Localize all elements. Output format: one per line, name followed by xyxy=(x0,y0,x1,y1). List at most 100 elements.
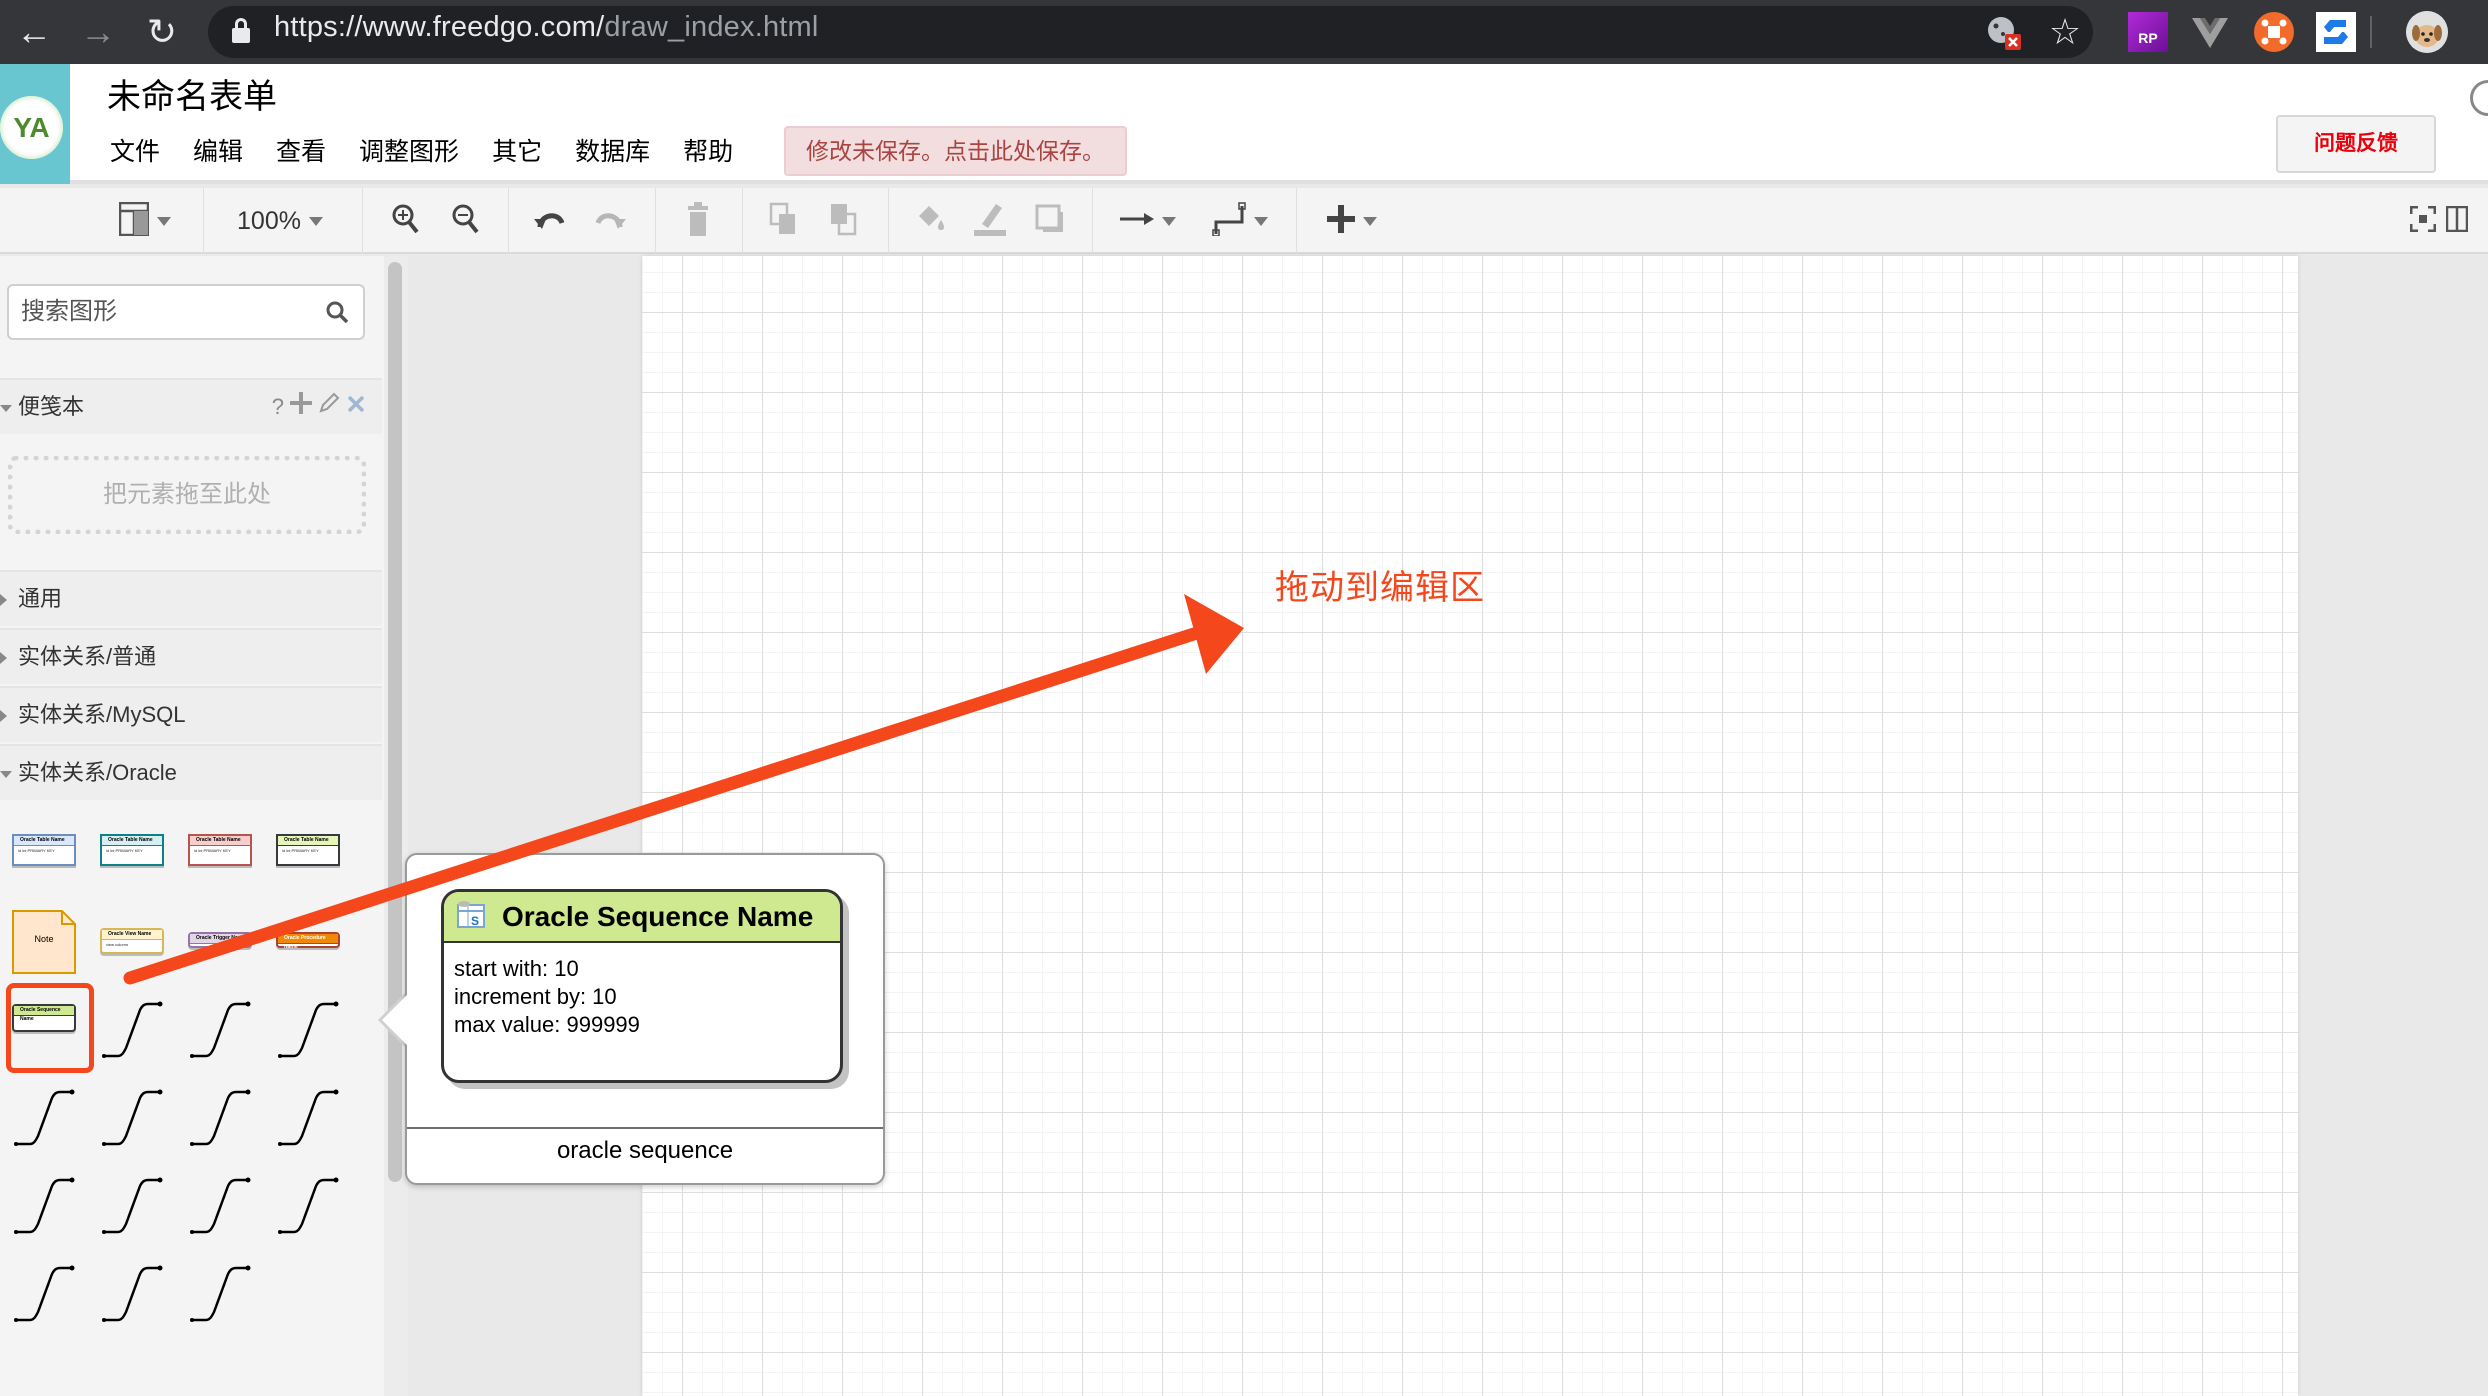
table-row: id int PRIMARY KEY xyxy=(194,848,231,853)
connector-shape[interactable] xyxy=(276,1086,340,1150)
connector-shape[interactable] xyxy=(276,1174,340,1238)
shadow-button[interactable] xyxy=(1028,198,1072,244)
connector-shape[interactable] xyxy=(100,998,164,1062)
close-icon[interactable] xyxy=(346,380,366,434)
section-scratchpad[interactable]: 便笺本 ? xyxy=(0,378,382,434)
feedback-button[interactable]: 问题反馈 xyxy=(2276,115,2436,173)
menu-edit[interactable]: 编辑 xyxy=(193,134,243,170)
axure-rp-extension-icon[interactable]: RP xyxy=(2128,12,2168,52)
to-front-button[interactable] xyxy=(762,198,806,244)
connector-shape[interactable] xyxy=(188,998,252,1062)
connector-curve-icon xyxy=(102,1177,163,1234)
oracle-table-teal-shape[interactable]: Oracle Table Name id int PRIMARY KEY xyxy=(100,834,164,898)
orange-extension-icon[interactable] xyxy=(2254,12,2294,52)
connector-shape[interactable] xyxy=(12,1086,76,1150)
section-er-oracle[interactable]: 实体关系/Oracle xyxy=(0,744,382,800)
connector-curve-icon xyxy=(190,1265,251,1322)
search-icon[interactable] xyxy=(325,300,349,324)
menu-file[interactable]: 文件 xyxy=(110,134,160,170)
undo-icon xyxy=(534,207,566,236)
waypoints-button[interactable] xyxy=(1204,198,1276,244)
toggle-panel-icon[interactable] xyxy=(2445,205,2469,237)
cookie-blocked-icon[interactable] xyxy=(1984,12,2024,52)
chevron-down-icon xyxy=(1254,216,1268,226)
sequence-preview-card: S Oracle Sequence Name start with: 10 in… xyxy=(441,889,843,1083)
connector-shape[interactable] xyxy=(100,1174,164,1238)
section-general[interactable]: 通用 xyxy=(0,570,382,626)
menu-help[interactable]: 帮助 xyxy=(683,134,733,170)
s-extension-icon[interactable] xyxy=(2316,12,2356,52)
url-text[interactable]: https://www.freedgo.com/draw_index.html xyxy=(274,10,819,44)
connector-shape[interactable] xyxy=(100,1262,164,1326)
zoom-out-button[interactable] xyxy=(444,198,488,244)
connector-curve-icon xyxy=(102,1001,163,1058)
note-label: Note xyxy=(34,934,54,944)
connector-curve-icon xyxy=(190,1001,251,1058)
section-label: 实体关系/普通 xyxy=(18,644,157,669)
connector-curve-icon xyxy=(278,1089,339,1146)
line-color-button[interactable] xyxy=(968,198,1012,244)
document-title[interactable]: 未命名表单 xyxy=(107,74,277,120)
format-panel-button[interactable] xyxy=(108,198,182,244)
scratchpad-drop-zone[interactable]: 把元素拖至此处 xyxy=(8,456,366,534)
toolbar: 100% xyxy=(0,188,2488,254)
unsaved-changes-notice[interactable]: 修改未保存。点击此处保存。 xyxy=(784,126,1127,176)
section-er-mysql[interactable]: 实体关系/MySQL xyxy=(0,686,382,742)
add-icon[interactable] xyxy=(290,380,312,434)
oracle-procedure-shape[interactable]: Oracle Procedure Name xyxy=(276,932,340,996)
zoom-level-dropdown[interactable]: 100% xyxy=(220,198,340,244)
sequence-line: max value: 999999 xyxy=(454,1012,640,1037)
to-back-button[interactable] xyxy=(822,198,866,244)
oracle-table-blue-shape[interactable]: Oracle Table Name id int PRIMARY KEY xyxy=(12,834,76,898)
edit-pencil-icon[interactable] xyxy=(318,380,340,434)
section-er-general[interactable]: 实体关系/普通 xyxy=(0,628,382,684)
connector-shape[interactable] xyxy=(12,1262,76,1326)
annotation-text: 拖动到编辑区 xyxy=(1275,569,1485,607)
popover-divider xyxy=(407,1127,883,1129)
selected-shape-highlight xyxy=(6,983,94,1073)
profile-avatar-icon[interactable] xyxy=(2406,11,2448,53)
connector-shape[interactable] xyxy=(276,998,340,1062)
oracle-note-shape[interactable]: Note xyxy=(12,910,76,974)
zoom-in-button[interactable] xyxy=(384,198,428,244)
section-label: 实体关系/MySQL xyxy=(18,702,186,727)
oracle-trigger-shape[interactable]: Oracle Trigger Name xyxy=(188,932,252,996)
view-title: Oracle View Name xyxy=(102,930,162,940)
insert-button[interactable] xyxy=(1316,198,1388,244)
connector-shape[interactable] xyxy=(188,1174,252,1238)
connector-shape[interactable] xyxy=(12,1174,76,1238)
oracle-table-red-shape[interactable]: Oracle Table Name id int PRIMARY KEY xyxy=(188,834,252,898)
connector-shape[interactable] xyxy=(188,1262,252,1326)
reload-icon[interactable]: ↻ xyxy=(138,8,186,56)
shape-preview-popover: S Oracle Sequence Name start with: 10 in… xyxy=(405,853,885,1185)
delete-button[interactable] xyxy=(676,198,720,244)
menu-arrange[interactable]: 调整图形 xyxy=(359,134,459,170)
menu-database[interactable]: 数据库 xyxy=(575,134,650,170)
scratchpad-actions: ? xyxy=(272,380,366,434)
vue-devtools-icon[interactable] xyxy=(2190,12,2230,52)
bookmark-star-icon[interactable]: ☆ xyxy=(2045,12,2085,52)
url-host: https://www.freedgo.com/ xyxy=(274,11,605,43)
help-icon[interactable]: ? xyxy=(272,380,284,434)
search-shapes xyxy=(7,284,365,340)
diagram-canvas[interactable] xyxy=(642,256,2298,1396)
language-globe-icon[interactable] xyxy=(2470,80,2488,116)
mini-table: Oracle Table Name id int PRIMARY KEY xyxy=(276,834,340,866)
forward-icon[interactable]: → xyxy=(74,8,122,56)
connection-style-button[interactable] xyxy=(1112,198,1184,244)
fullscreen-icon[interactable] xyxy=(2409,205,2437,237)
undo-button[interactable] xyxy=(528,198,572,244)
zoom-level: 100% xyxy=(237,206,301,235)
oracle-table-dark-shape[interactable]: Oracle Table Name id int PRIMARY KEY xyxy=(276,834,340,898)
search-shapes-input[interactable] xyxy=(21,286,321,338)
table-title: Oracle Table Name xyxy=(278,836,338,846)
connector-shape[interactable] xyxy=(100,1086,164,1150)
oracle-view-shape[interactable]: Oracle View Name view column xyxy=(100,928,164,992)
logo-avatar[interactable]: YA xyxy=(0,96,63,159)
menu-view[interactable]: 查看 xyxy=(276,134,326,170)
redo-button[interactable] xyxy=(588,198,632,244)
fill-color-button[interactable] xyxy=(908,198,952,244)
back-icon[interactable]: ← xyxy=(10,8,58,56)
menu-extras[interactable]: 其它 xyxy=(492,134,542,170)
connector-shape[interactable] xyxy=(188,1086,252,1150)
